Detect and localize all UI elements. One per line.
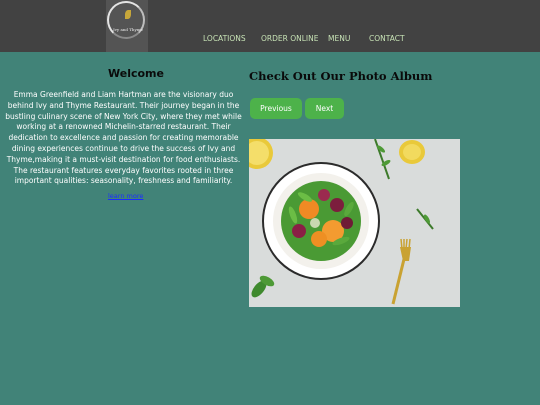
learn-more-link[interactable]: learn more [108,192,143,200]
logo-text: Ivy and Thyme [113,27,143,32]
nav-menu-link[interactable]: MENU [328,34,350,43]
photo-album-heading: Check Out Our Photo Album [249,69,433,83]
previous-button[interactable]: Previous [250,98,302,119]
welcome-paragraph: Emma Greenfield and Liam Hartman are the… [5,90,242,186]
salad-photo [249,139,460,307]
salad-photo-illustration [249,139,460,307]
nav-contact-link[interactable]: CONTACT [369,34,405,43]
nav-locations-link[interactable]: LOCATIONS [203,34,246,43]
logo-ring-icon [107,1,145,39]
top-navigation-bar: Ivy and Thyme LOCATIONS ORDER ONLINE MEN… [0,0,540,52]
restaurant-logo[interactable]: Ivy and Thyme [106,0,148,52]
next-button[interactable]: Next [305,98,344,119]
leaf-icon [125,10,131,19]
nav-order-online-link[interactable]: ORDER ONLINE [261,34,318,43]
welcome-heading: Welcome [108,67,164,80]
